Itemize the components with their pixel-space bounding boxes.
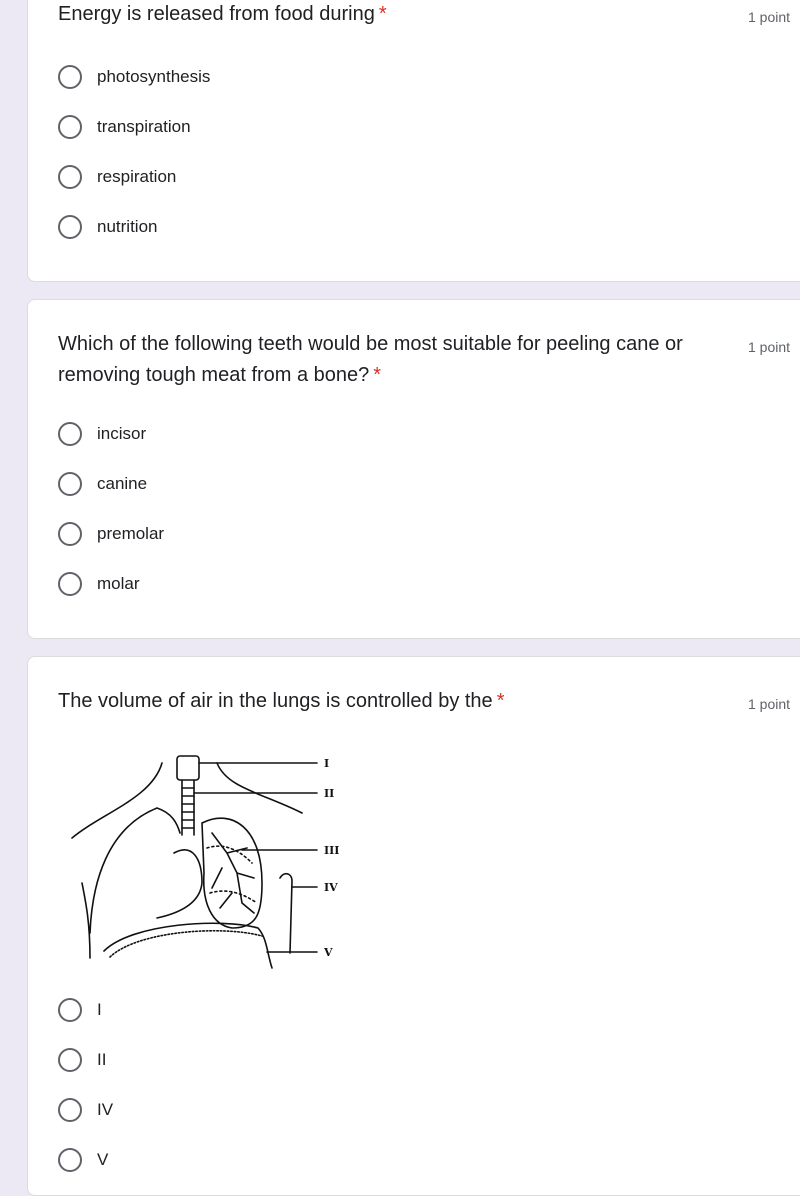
- option-label: premolar: [97, 524, 165, 543]
- radio-button[interactable]: [58, 165, 82, 189]
- option-respiration[interactable]: respiration: [58, 163, 176, 191]
- heart-outline: [156, 849, 203, 919]
- points-label: 1 point: [748, 9, 791, 25]
- bronchioles: [211, 832, 255, 914]
- figure-label-i: I: [324, 757, 329, 770]
- option-label: IV: [97, 1100, 114, 1119]
- radio-button[interactable]: [58, 998, 82, 1022]
- left-lung-outline: [89, 807, 181, 934]
- option-photosynthesis[interactable]: photosynthesis: [58, 63, 210, 91]
- points-label: 1 point: [748, 339, 791, 355]
- option-label: I: [97, 1000, 102, 1019]
- figure-label-v: V: [323, 946, 333, 959]
- trachea-rings: [181, 787, 195, 829]
- radio-button[interactable]: [58, 1098, 82, 1122]
- radio-button[interactable]: [58, 65, 82, 89]
- option-label: V: [97, 1150, 109, 1169]
- option-nutrition[interactable]: nutrition: [58, 213, 157, 241]
- question-card-2: Which of the following teeth would be mo…: [27, 299, 800, 639]
- option-label: II: [97, 1050, 107, 1069]
- option-label: photosynthesis: [97, 67, 211, 86]
- option-incisor[interactable]: incisor: [58, 420, 146, 448]
- radio-button[interactable]: [58, 422, 82, 446]
- option-ii[interactable]: II: [58, 1046, 106, 1074]
- option-label: nutrition: [97, 217, 158, 236]
- radio-button[interactable]: [58, 522, 82, 546]
- points-label: 1 point: [748, 696, 791, 712]
- question-title: The volume of air in the lungs is contro…: [58, 690, 505, 712]
- option-label: incisor: [97, 424, 147, 443]
- question-title: Which of the following teeth would be mo…: [58, 333, 683, 386]
- option-i[interactable]: I: [58, 996, 102, 1024]
- radio-button[interactable]: [58, 1148, 82, 1172]
- question-card-1: Energy is released from food during * 1 p…: [27, 0, 800, 282]
- required-asterisk: *: [378, 3, 387, 25]
- question-card-3: The volume of air in the lungs is contro…: [27, 656, 800, 1196]
- figure-label-ii: II: [324, 787, 334, 800]
- radio-button[interactable]: [58, 215, 82, 239]
- radio-button[interactable]: [58, 472, 82, 496]
- right-shoulder-line: [216, 762, 303, 814]
- radio-button[interactable]: [58, 572, 82, 596]
- required-asterisk: *: [496, 690, 505, 712]
- required-asterisk: *: [373, 364, 382, 386]
- lungs-diagram: I II III IV V: [71, 755, 339, 969]
- option-label: respiration: [97, 167, 177, 186]
- radio-button[interactable]: [58, 1048, 82, 1072]
- figure-label-iv: IV: [324, 881, 338, 894]
- option-label: transpiration: [97, 117, 191, 136]
- right-chest-wall: [279, 872, 293, 954]
- option-label: molar: [97, 574, 140, 593]
- option-v[interactable]: V: [58, 1146, 108, 1174]
- radio-button[interactable]: [58, 115, 82, 139]
- larynx-shape: [176, 755, 200, 781]
- left-chest-wall: [81, 882, 91, 959]
- question-title: Energy is released from food during *: [58, 3, 387, 25]
- left-shoulder-line: [71, 762, 163, 839]
- option-canine[interactable]: canine: [58, 470, 147, 498]
- figure-label-iii: III: [324, 844, 339, 857]
- option-iv[interactable]: IV: [58, 1096, 113, 1124]
- option-transpiration[interactable]: transpiration: [58, 113, 191, 141]
- lung-texture: [206, 845, 258, 904]
- option-premolar[interactable]: premolar: [58, 520, 164, 548]
- option-label: canine: [97, 474, 148, 493]
- option-molar[interactable]: molar: [58, 570, 140, 598]
